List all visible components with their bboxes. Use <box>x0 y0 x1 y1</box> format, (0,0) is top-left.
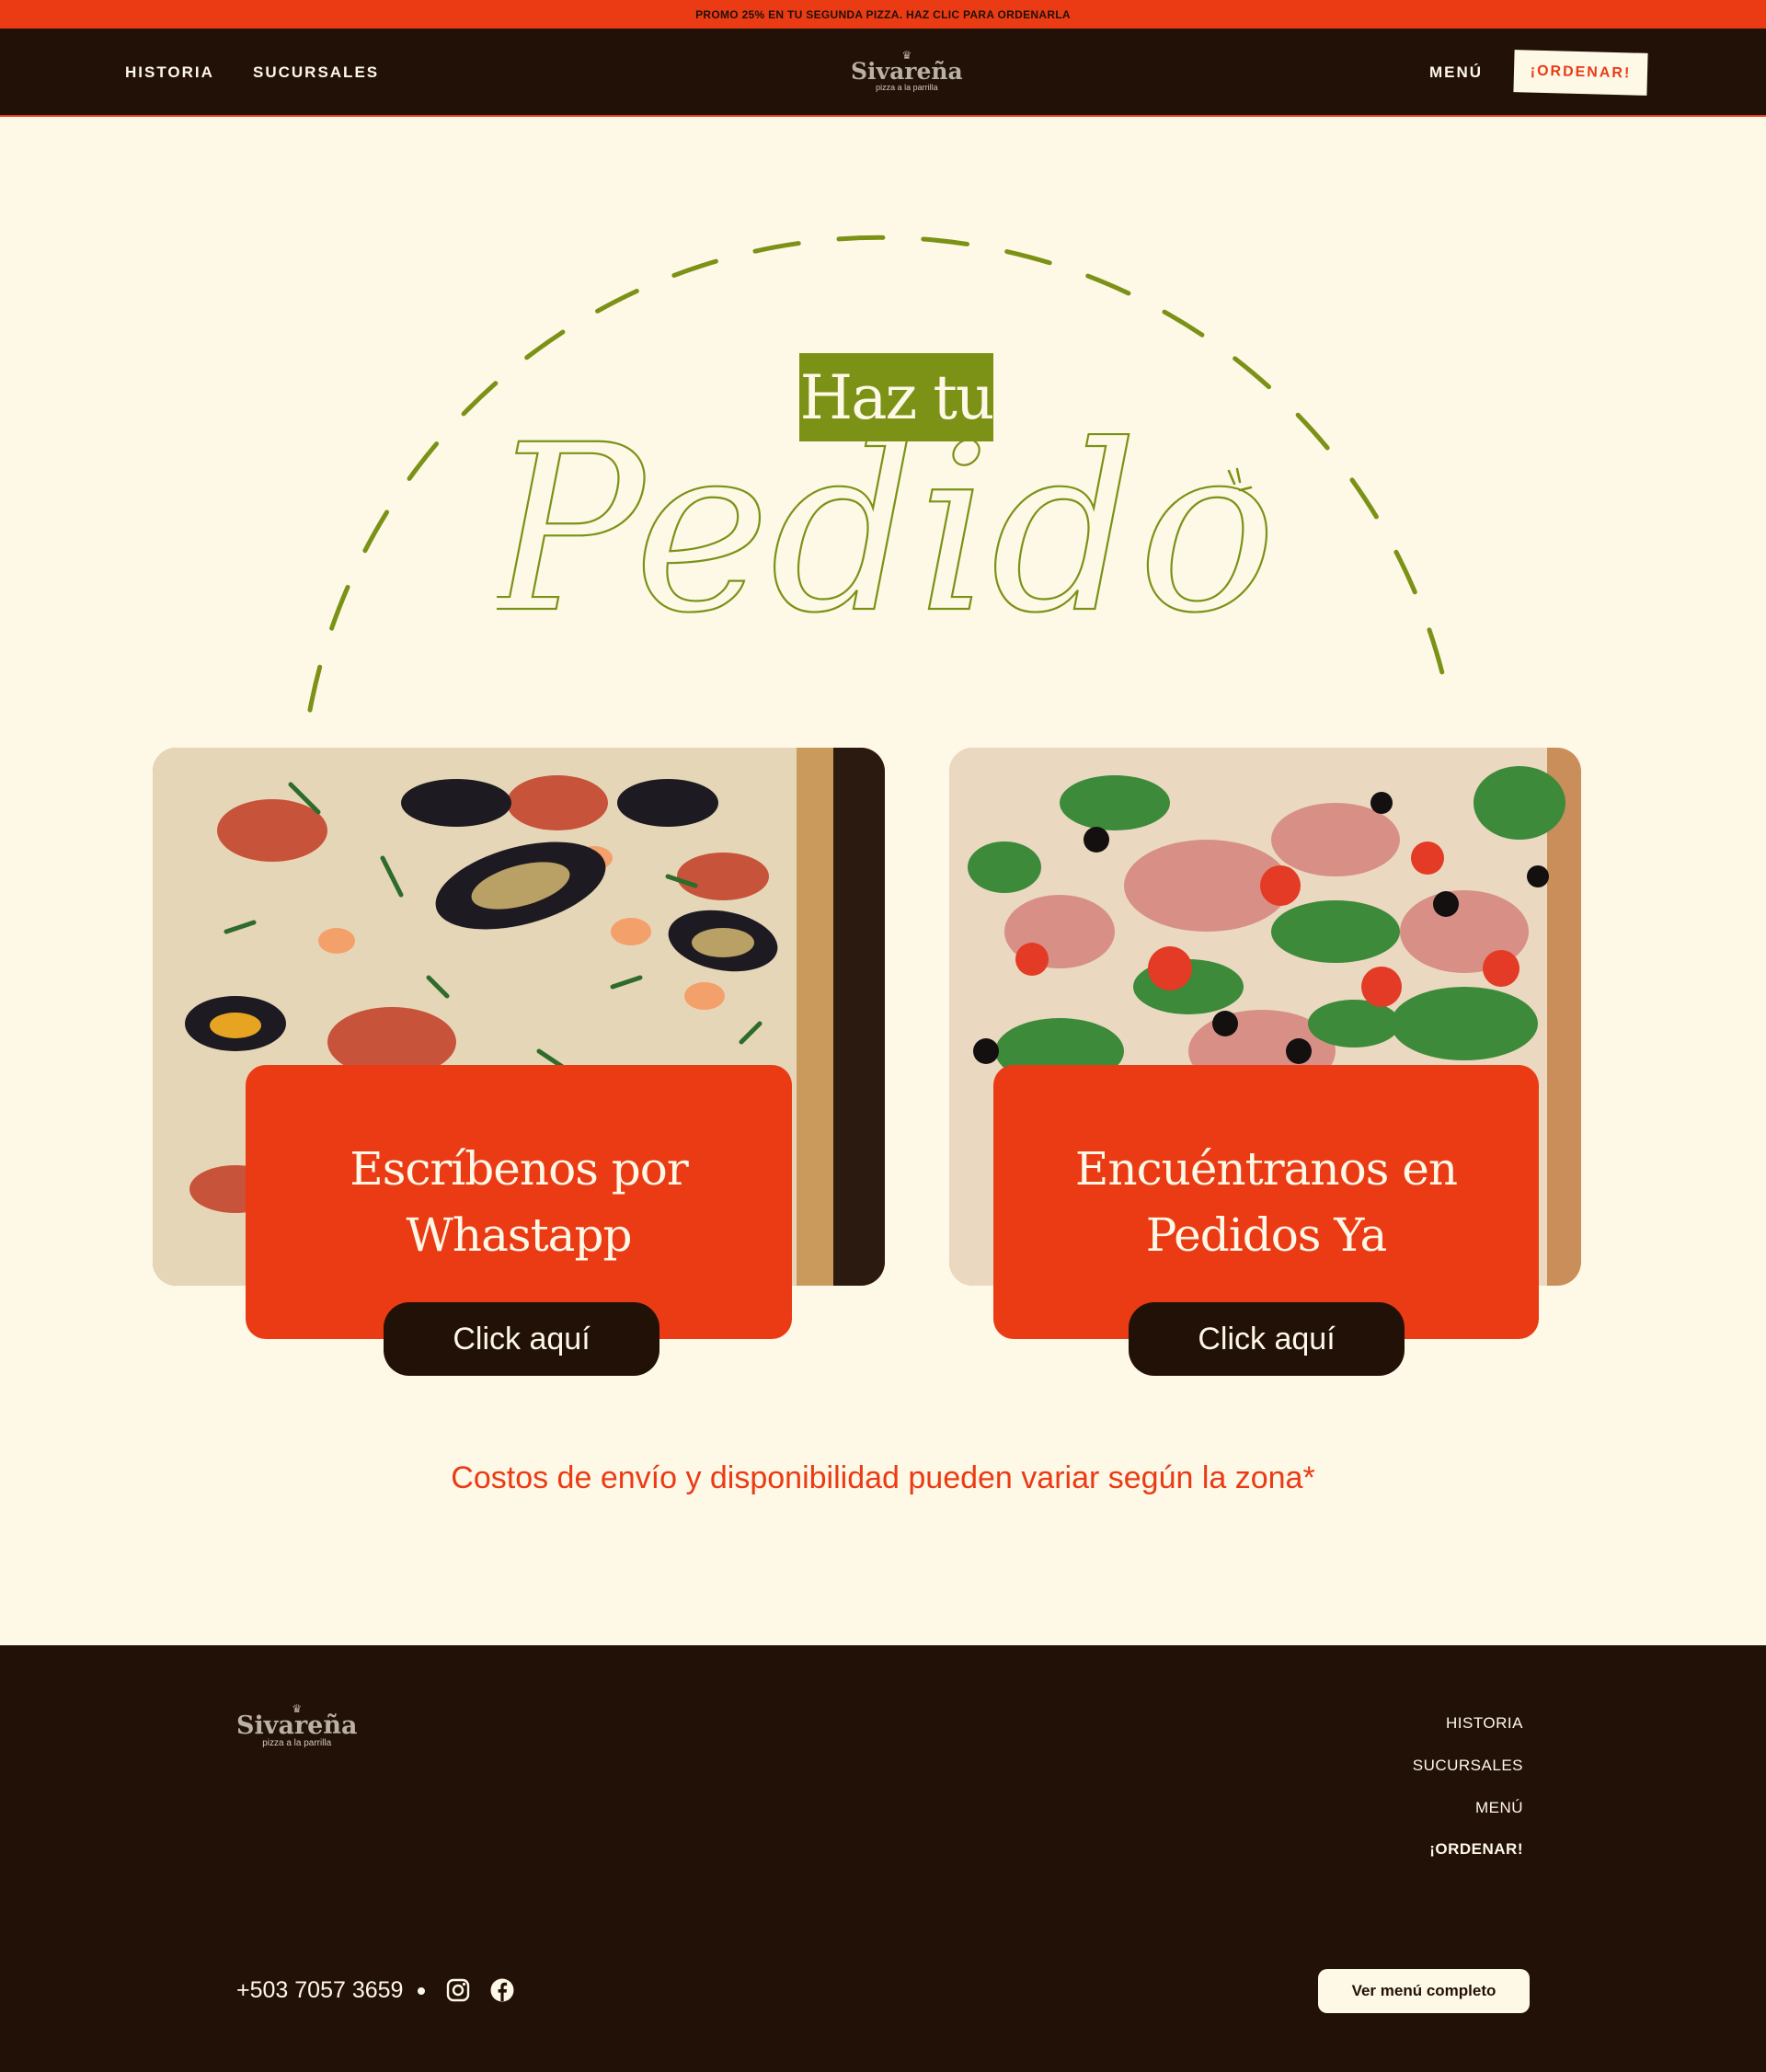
footer-logo[interactable]: ♛ Sivareña pizza a la parrilla <box>236 1703 358 1748</box>
footer-logo-tagline: pizza a la parrilla <box>262 1738 332 1748</box>
footer-link-historia[interactable]: HISTORIA <box>1446 1714 1523 1733</box>
footer-phone[interactable]: +503 7057 3659 <box>236 1977 403 2004</box>
pedido-script-title: Pedido <box>497 405 1269 662</box>
full-menu-button[interactable]: Ver menú completo <box>1318 1969 1530 2013</box>
whatsapp-click-button[interactable]: Click aquí <box>384 1302 659 1376</box>
whatsapp-card-title: Escríbenos por Whastapp <box>350 1136 689 1268</box>
pedidosya-card-title: Encuéntranos en Pedidos Ya <box>1074 1136 1458 1268</box>
footer-logo-name: Sivareña <box>236 1711 358 1740</box>
pedidosya-title-line1: Encuéntranos en <box>1074 1142 1458 1196</box>
whatsapp-title-line2: Whastapp <box>406 1208 633 1262</box>
pedidosya-click-button[interactable]: Click aquí <box>1129 1302 1405 1376</box>
footer-link-ordenar[interactable]: ¡ORDENAR! <box>1429 1840 1523 1859</box>
pedidosya-title-line2: Pedidos Ya <box>1145 1208 1388 1262</box>
whatsapp-title-line1: Escríbenos por <box>350 1142 689 1196</box>
footer-link-sucursales[interactable]: SUCURSALES <box>1413 1757 1523 1775</box>
shipping-disclaimer: Costos de envío y disponibilidad pueden … <box>451 1460 1315 1495</box>
pedidosya-card: Encuéntranos en Pedidos Ya <box>993 1065 1539 1339</box>
whatsapp-card: Escríbenos por Whastapp <box>246 1065 792 1339</box>
hero-title-script: Pedido <box>497 405 1269 662</box>
footer-link-menu[interactable]: MENÚ <box>1475 1799 1523 1817</box>
separator-dot <box>418 1987 425 1995</box>
facebook-icon[interactable] <box>489 1977 515 2003</box>
instagram-icon[interactable] <box>445 1977 471 2003</box>
